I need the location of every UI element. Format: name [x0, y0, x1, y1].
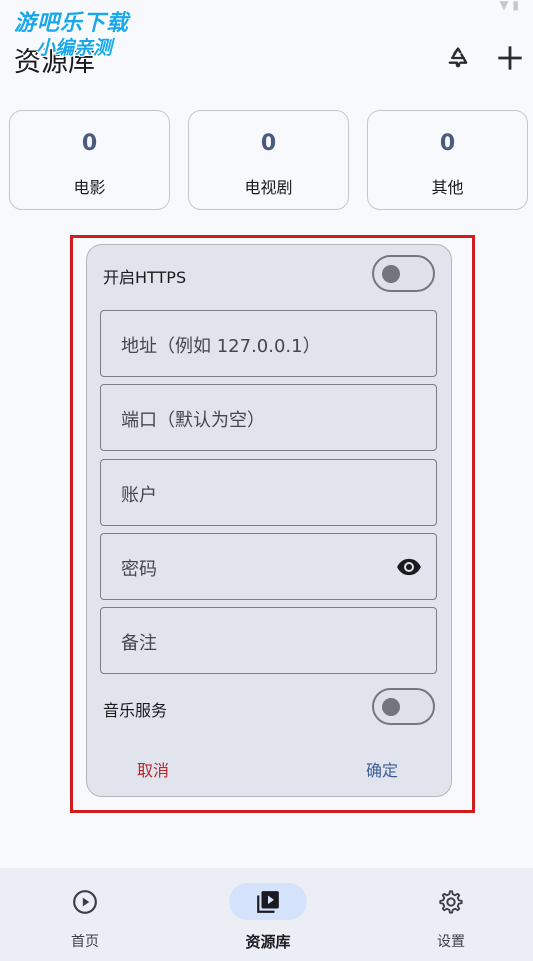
note-placeholder: 备注 — [121, 633, 157, 654]
watermark-line1: 游吧乐下载 — [14, 11, 130, 36]
cancel-button[interactable]: 取消 — [137, 757, 169, 781]
confirm-button[interactable]: 确定 — [366, 757, 398, 781]
nav-label: 资源库 — [245, 933, 291, 951]
password-placeholder: 密码 — [121, 559, 157, 580]
port-field[interactable]: 端口（默认为空） — [100, 384, 437, 451]
password-field[interactable]: 密码 — [100, 533, 437, 600]
signal-icon: ▼ ▮ — [499, 0, 519, 12]
nav-indicator — [46, 883, 124, 920]
https-toggle[interactable] — [372, 255, 435, 292]
gear-icon — [439, 889, 463, 914]
stats-cards: 0 电影 0 电视剧 0 其他 — [9, 110, 528, 210]
add-server-dialog: 开启HTTPS 地址（例如 127.0.0.1） 端口（默认为空） 账户 密码 … — [86, 244, 452, 797]
refresh-button[interactable] — [440, 40, 476, 76]
stat-card-tv[interactable]: 0 电视剧 — [188, 110, 349, 210]
stat-count: 0 — [260, 131, 277, 156]
watermark: 游吧乐下载 小编亲测 — [14, 12, 129, 60]
nav-item-home[interactable]: 首页 — [25, 868, 145, 961]
toggle-knob — [382, 265, 400, 283]
account-placeholder: 账户 — [121, 485, 157, 506]
play-circle-icon — [73, 889, 97, 914]
https-label: 开启HTTPS — [103, 268, 187, 287]
eye-icon[interactable] — [395, 554, 423, 584]
note-field[interactable]: 备注 — [100, 607, 437, 674]
address-field[interactable]: 地址（例如 127.0.0.1） — [100, 310, 437, 377]
address-placeholder: 地址（例如 127.0.0.1） — [121, 336, 321, 357]
plus-icon — [498, 46, 522, 70]
music-service-toggle[interactable] — [372, 688, 435, 725]
video-library-icon — [257, 890, 279, 913]
stat-count: 0 — [439, 131, 456, 156]
add-button[interactable] — [492, 40, 528, 76]
stat-label: 其他 — [431, 178, 464, 197]
stat-count: 0 — [81, 131, 98, 156]
nav-indicator — [412, 883, 490, 920]
watermark-line2: 小编亲测 — [36, 37, 113, 59]
account-field[interactable]: 账户 — [100, 459, 437, 526]
nav-label: 设置 — [437, 934, 465, 950]
nav-item-library[interactable]: 资源库 — [208, 868, 328, 961]
port-placeholder: 端口（默认为空） — [121, 410, 265, 431]
bottom-navigation: 首页 资源库 设置 — [0, 868, 533, 961]
sync-icon — [448, 47, 468, 68]
nav-label: 首页 — [71, 934, 99, 950]
music-service-label: 音乐服务 — [103, 701, 168, 720]
toggle-knob — [382, 698, 400, 716]
nav-item-settings[interactable]: 设置 — [391, 868, 511, 961]
stat-card-movies[interactable]: 0 电影 — [9, 110, 170, 210]
stat-label: 电视剧 — [244, 178, 293, 197]
nav-indicator — [229, 883, 307, 920]
stat-card-other[interactable]: 0 其他 — [367, 110, 528, 210]
stat-label: 电影 — [73, 178, 106, 197]
